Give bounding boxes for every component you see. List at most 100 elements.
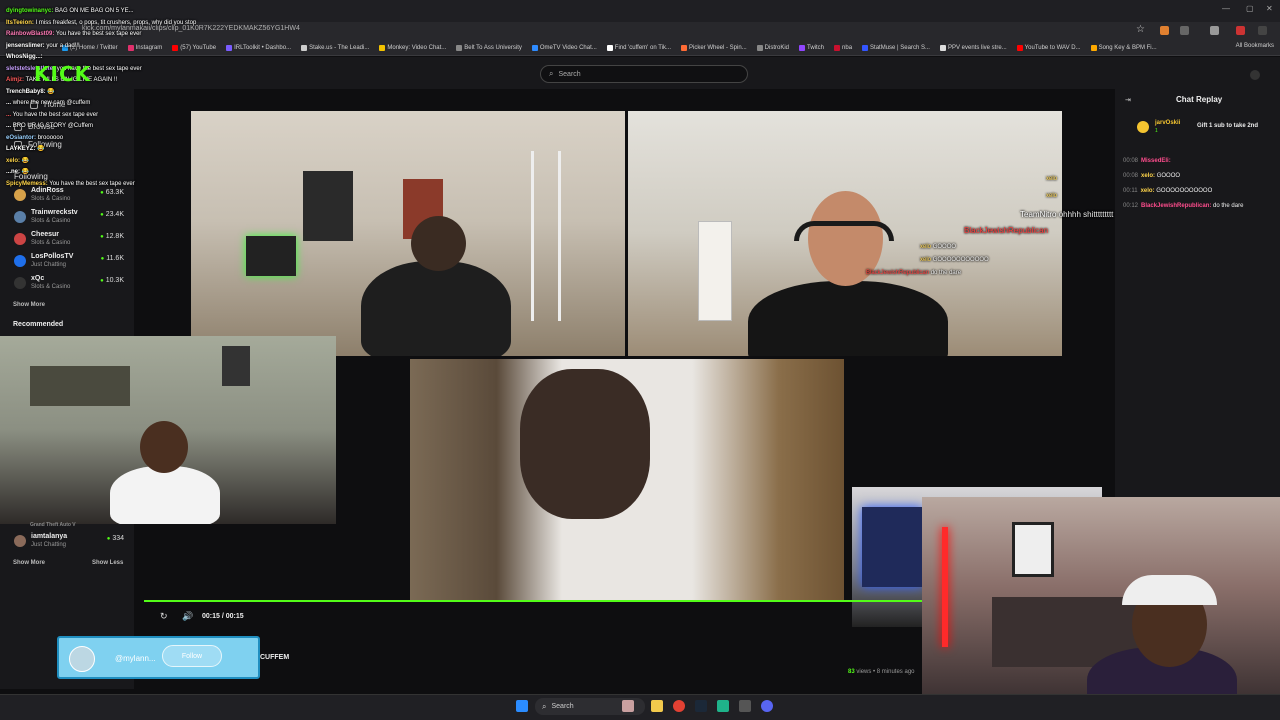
show-more-button[interactable]: Show More [13,560,45,566]
clip-channel-name[interactable]: CUFFEM [260,654,289,661]
extension-icon[interactable] [1236,26,1245,35]
bookmark-label: OmeTV Video Chat... [539,44,597,51]
minimize-icon[interactable]: — [1222,4,1230,13]
recommended-channel[interactable]: iamtalanya Just Chatting 334 [14,532,126,552]
cam-chat-message: xelo GOOOO [920,244,956,250]
close-icon[interactable]: ✕ [1266,4,1273,13]
streamer [110,466,220,524]
sidebar-channel[interactable]: LosPollosTV Just Chatting 11.6K [14,252,126,272]
chat-user[interactable]: ... [6,123,11,129]
chat-user[interactable]: ... [6,112,11,118]
search-input[interactable]: ⌕ Search [540,65,748,83]
bookmark-item[interactable]: Twitch [799,44,824,51]
replay-message: 00:08 MissedEli: [1123,158,1171,164]
extension-icon[interactable] [1210,26,1219,35]
app-icon[interactable] [717,700,729,712]
chat-text: where the new cam @cuffem [12,100,91,106]
replay-message: 00:11 xelo: GOOOOOOOOOOO [1123,188,1212,194]
chat-user[interactable]: ItsTeeion: [6,20,34,26]
chat-user[interactable]: LAYKEYZ: [6,146,35,152]
widget-icon[interactable] [622,700,634,712]
follow-label: Follow [181,652,203,660]
chat-user[interactable]: dyingtowinanyc: [6,8,53,14]
extension-icon[interactable] [1180,26,1189,35]
chat-user[interactable]: TrenchBaby8: [6,89,46,95]
bookmark-favicon-icon [1090,44,1097,51]
chat-user[interactable]: WhosNigg...: [6,54,43,60]
kick-logo[interactable]: KICK [34,62,91,86]
viewer-count: 334 [107,535,124,542]
chat-user[interactable]: xelo: [6,158,20,164]
message-user[interactable]: BlackJewishRepublican: [1141,203,1211,209]
video-time: 00:15 / 00:15 [202,613,244,620]
cam-bottom-right-reactor [922,497,1280,720]
chat-user: xelo [920,257,932,263]
avatar [14,233,26,245]
bookmark-label: Stake.us - The Leadi... [309,44,370,51]
chat-user[interactable]: jensenslimer: [6,43,45,49]
volume-icon[interactable]: 🔊 [182,611,193,622]
user-avatar-icon[interactable] [1250,70,1260,80]
bookmark-item[interactable]: Picker Wheel - Spin... [680,44,747,51]
cam-chat-message: xelo [1046,193,1057,199]
bookmark-favicon-icon [756,44,763,51]
steam-icon[interactable] [695,700,707,712]
chat-user[interactable]: Aimjz: [6,77,24,83]
app-icon[interactable] [739,700,751,712]
bookmark-favicon-icon [456,44,463,51]
chat-user[interactable]: SpicyMemess: [6,181,48,187]
bookmark-item[interactable]: PPV events live stre... [939,44,1007,51]
chat-text: I miss freakfest, o pops, tit crushers, … [35,19,197,26]
bookmark-item[interactable]: nba [834,44,852,51]
message-timestamp: 00:08 [1123,173,1139,179]
bookmark-item[interactable]: Stake.us - The Leadi... [301,44,370,51]
pinned-user[interactable]: jarvOskii [1155,120,1180,126]
sidebar-channel[interactable]: Trainwreckstv Slots & Casino 23.4K [14,208,126,228]
chrome-icon[interactable] [673,700,685,712]
message-user[interactable]: MissedEli: [1141,158,1171,164]
windows-start-icon[interactable] [516,700,528,712]
chat-user[interactable]: eOsiantor: [6,135,36,141]
chat-message: SpicyMemess: You have the best sex tape … [6,179,266,191]
bookmark-item[interactable]: YouTube to WAV D... [1016,44,1081,51]
chat-user[interactable]: ... [6,100,11,106]
show-more-button[interactable]: Show More [13,302,45,308]
bookmark-item[interactable]: Belt To Ass University [456,44,522,51]
views-count: 83 [848,669,855,675]
maximize-icon[interactable]: ▢ [1246,4,1254,13]
sidebar-channel[interactable]: xQc Slots & Casino 10.3K [14,274,126,294]
bookmark-favicon-icon [680,44,687,51]
channel-category: Slots & Casino [31,240,71,246]
bookmark-item[interactable]: Song Key & BPM Fi... [1090,44,1157,51]
sidebar-channel[interactable]: Cheesur Slots & Casino 12.8K [14,230,126,250]
chat-user: BlackJewishRepublican [866,270,930,276]
viewer-count: 23.4K [100,211,124,218]
collapse-chat-icon[interactable]: ⇥ [1125,96,1131,104]
chat-user[interactable]: RainbowBlast09: [6,31,54,37]
bookmark-item[interactable]: Monkey: Video Chat... [379,44,446,51]
bookmark-item[interactable]: DistroKid [756,44,789,51]
discord-icon[interactable] [761,700,773,712]
bookmark-star-icon[interactable]: ☆ [1136,24,1145,35]
chat-message: eOsiantor: broooooo [6,133,266,145]
chat-text: BAG ON ME BAG ON 5 YE... [55,8,134,14]
file-explorer-icon[interactable] [651,700,663,712]
wall-art [303,171,353,241]
bookmark-label: Picker Wheel - Spin... [688,44,747,51]
message-user[interactable]: xelo: [1141,188,1155,194]
all-bookmarks[interactable]: All Bookmarks [1236,43,1274,49]
chat-text: GOOOO [932,244,957,250]
extension-icon[interactable] [1160,26,1169,35]
bookmark-item[interactable]: Find 'cuffem' on Tik... [606,44,671,51]
wall-poster [222,346,250,386]
follow-button[interactable]: Follow [162,645,222,667]
menu-icon[interactable] [1258,26,1267,35]
chat-text: 😂 [47,88,55,95]
replay-icon[interactable]: ↻ [160,611,168,622]
chat-user[interactable]: ...ne: [6,169,20,175]
bookmark-item[interactable]: OmeTV Video Chat... [531,44,597,51]
show-less-button[interactable]: Show Less [92,560,123,566]
message-user[interactable]: xelo: [1141,173,1155,179]
video-progress-bar[interactable] [144,600,922,602]
bookmark-item[interactable]: StatMuse | Search S... [862,44,930,51]
